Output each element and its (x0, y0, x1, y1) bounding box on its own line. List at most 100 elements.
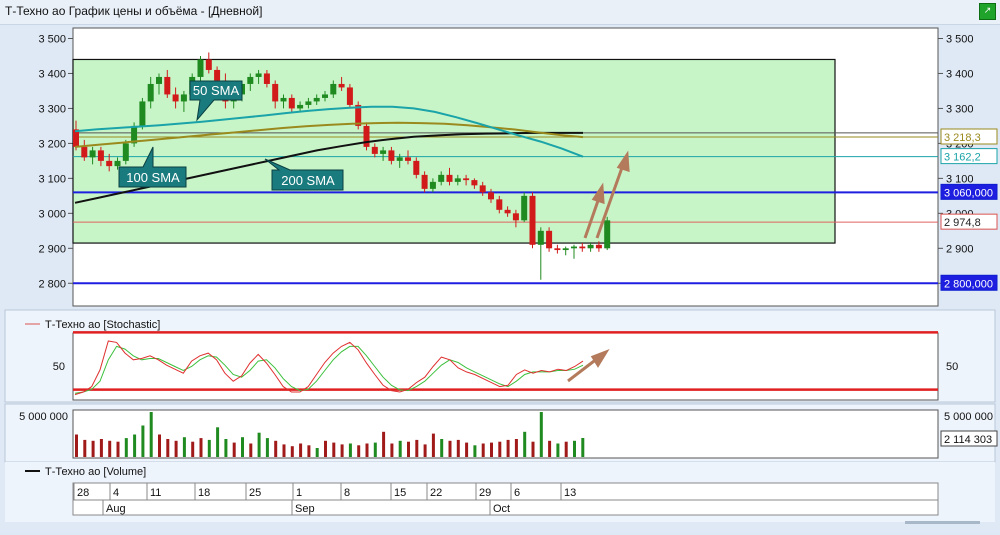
volume-bar (75, 434, 78, 457)
volume-bar (531, 441, 535, 457)
volume-bar (108, 440, 112, 457)
volume-bar (149, 412, 153, 457)
volume-bar (324, 440, 327, 457)
candle-body (571, 246, 577, 249)
volume-bar (315, 448, 319, 457)
volume-bar (564, 441, 568, 457)
candle-body (114, 160, 121, 167)
y-tick-label-right: 2 900 (946, 243, 974, 255)
volume-bar (498, 441, 502, 457)
price-tag-label: 3 218,3 (944, 132, 981, 144)
candle-body (122, 143, 129, 161)
candle-body (288, 97, 295, 109)
volume-bar (398, 440, 402, 457)
volume-bar (514, 439, 518, 457)
volume-bar (340, 444, 344, 457)
volume-bar (124, 438, 128, 457)
volume-bar (348, 443, 352, 457)
volume-bar (191, 441, 195, 457)
candle-body (371, 146, 378, 154)
candle-body (405, 157, 411, 161)
day-label: 4 (113, 487, 119, 499)
price-tag-label: 3 162,2 (944, 152, 981, 164)
candle-body (496, 199, 503, 210)
candle-body (554, 248, 561, 251)
candle-body (363, 125, 370, 147)
volume-bar (465, 442, 469, 457)
volume-bar (158, 434, 161, 457)
stochastic-legend: Т-Техно ао [Stochastic] (45, 319, 160, 331)
volume-bar (373, 442, 377, 457)
candle-body (529, 195, 536, 245)
volume-bar (249, 443, 253, 457)
volume-bar (423, 444, 427, 457)
price-tag-label: 3 060,000 (944, 187, 993, 199)
candle-body (380, 150, 387, 154)
volume-bar (548, 440, 552, 457)
candle-body (338, 83, 345, 88)
volume-bar (224, 439, 228, 457)
candle-body (89, 150, 96, 158)
y-tick-label-right: 3 400 (946, 68, 974, 80)
day-label: 6 (514, 487, 520, 499)
volume-bar (448, 440, 452, 457)
candle-body (156, 76, 162, 84)
candle-body (521, 195, 528, 221)
candle-body (313, 97, 320, 102)
candle-body (139, 101, 146, 126)
volume-bar (199, 438, 203, 457)
candle-body (479, 185, 486, 193)
day-label: 1 (296, 487, 302, 499)
volume-bar (274, 440, 278, 457)
y-tick-label-left: 3 500 (38, 33, 66, 45)
candle-body (579, 246, 586, 249)
volume-bar (556, 443, 560, 457)
candle-body (504, 209, 511, 214)
volume-bar (241, 437, 244, 457)
sma50-label: 50 SMA (193, 83, 240, 98)
day-label: 25 (249, 487, 261, 499)
day-label: 29 (479, 487, 491, 499)
candle-body (197, 59, 204, 77)
candle-body (330, 83, 337, 95)
volume-bar (99, 439, 103, 457)
candle-body (454, 178, 461, 182)
sma200-label: 200 SMA (281, 173, 335, 188)
candle-body (537, 230, 544, 245)
day-label: 22 (430, 487, 442, 499)
y-tick-label-left: 3 100 (38, 173, 66, 185)
candle-body (263, 73, 270, 84)
volume-bar (523, 431, 527, 457)
volume-bar (506, 439, 510, 457)
candle-body (587, 244, 594, 249)
month-label: Sep (295, 503, 315, 515)
volume-bar (440, 439, 444, 457)
volume-bar (282, 444, 286, 457)
candle-body (396, 157, 403, 161)
volume-top-label-right: 5 000 000 (944, 411, 993, 423)
candle-body (172, 94, 179, 102)
candle-body (595, 244, 602, 249)
candle-body (346, 87, 353, 105)
volume-bar (456, 439, 460, 457)
volume-bar (299, 443, 303, 457)
volume-bar (581, 437, 585, 457)
price-tag-label: 2 974,8 (944, 217, 981, 229)
volume-bar (83, 439, 87, 457)
volume-bar (481, 443, 485, 457)
volume-bar (307, 445, 311, 457)
candle-body (214, 69, 221, 81)
candle-body (255, 73, 262, 77)
y-tick-label-right: 3 500 (946, 33, 974, 45)
candle-body (106, 160, 113, 167)
horizontal-scrollbar[interactable] (905, 521, 980, 524)
volume-bar (91, 440, 95, 457)
price-left-axis: 3 500 3 400 3 300 3 200 3 100 3 000 2 900 2 800 (38, 33, 73, 290)
price-tag-label: 2 800,000 (944, 278, 993, 290)
volume-top-label-left: 5 000 000 (19, 411, 68, 423)
consolidation-zone (72, 58, 836, 244)
candle-body (429, 181, 436, 189)
candle-body (247, 76, 254, 84)
sma100-label: 100 SMA (126, 170, 180, 185)
volume-bar (133, 434, 137, 457)
